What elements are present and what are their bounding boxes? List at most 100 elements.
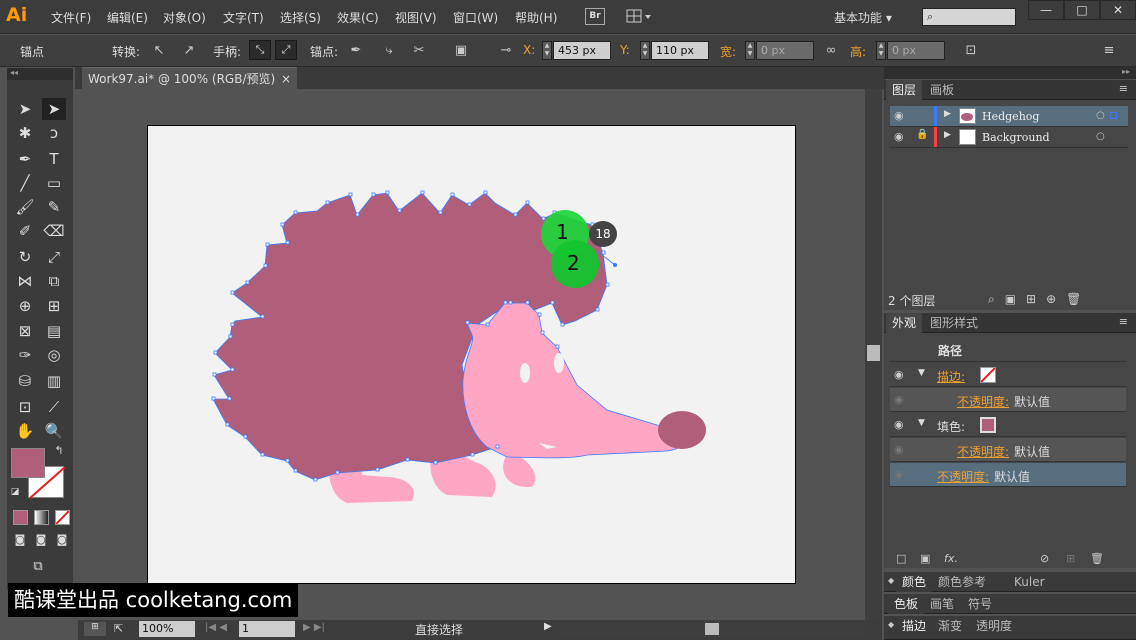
hedgehog-nose[interactable] <box>658 411 706 449</box>
tab-graphic-styles[interactable]: 图形样式 <box>924 313 984 333</box>
rotate-tool-icon[interactable]: ↻ <box>13 246 37 268</box>
menu-help[interactable]: 帮助(H) <box>515 9 557 26</box>
layers-menu-icon[interactable]: ≡ <box>1119 82 1128 95</box>
collapse-triangle-icon[interactable]: ▼ <box>918 418 925 428</box>
status-icon[interactable]: ⊞ <box>84 622 106 636</box>
add-effect-button[interactable]: fx. <box>944 552 958 565</box>
add-fill-icon[interactable]: ▣ <box>920 552 930 565</box>
perspective-grid-tool-icon[interactable]: ⊞ <box>42 295 66 317</box>
tab-symbols[interactable]: 符号 <box>962 594 998 614</box>
slice-tool-icon[interactable]: ⟋ <box>42 396 66 418</box>
convert-to-corner-icon[interactable]: ↖ <box>150 42 168 60</box>
artboard-field[interactable]: 1 <box>239 621 295 637</box>
draw-behind-icon[interactable]: ◙ <box>32 532 50 548</box>
visibility-eye-icon[interactable]: ◉ <box>894 443 904 456</box>
mesh-tool-icon[interactable]: ⊠ <box>13 320 37 342</box>
hedgehog-front-leg[interactable] <box>503 455 536 487</box>
stroke-none-swatch[interactable] <box>980 367 996 383</box>
eraser-tool-icon[interactable]: ⌫ <box>42 220 66 242</box>
hand-tool-icon[interactable]: ✋ <box>13 420 37 442</box>
clear-appearance-icon[interactable]: ⊘ <box>1040 552 1049 565</box>
stroke-opacity-row[interactable]: ◉ 不透明度: 默认值 <box>890 388 1126 412</box>
link-icon[interactable]: ∞ <box>822 42 840 60</box>
visibility-eye-icon[interactable]: ◉ <box>894 130 904 143</box>
first-artboard-icon[interactable]: |◀ ◀ <box>205 622 227 633</box>
search-input[interactable]: ⌕ <box>922 8 1016 26</box>
y-field[interactable]: 110 px <box>651 41 709 60</box>
lock-icon[interactable]: 🔒 <box>916 129 928 140</box>
eyedropper-tool-icon[interactable]: ✑ <box>13 344 37 366</box>
tab-stroke[interactable]: 描边 <box>896 616 933 636</box>
x-stepper[interactable]: ▲ ▼ <box>542 41 552 60</box>
default-colors-icon[interactable]: ◪ <box>9 486 21 498</box>
artboard-tool-icon[interactable]: ⊡ <box>13 396 37 418</box>
free-transform-tool-icon[interactable]: ⧉ <box>42 270 66 292</box>
stroke-row[interactable]: ◉ ▼ 描边: <box>890 363 1126 387</box>
duplicate-item-icon[interactable]: ⊞ <box>1066 552 1075 565</box>
gradient-tool-icon[interactable]: ▤ <box>42 320 66 342</box>
menu-file[interactable]: 文件(F) <box>51 9 91 26</box>
expand-triangle-icon[interactable]: ▶ <box>944 109 951 119</box>
gradient-mode-icon[interactable] <box>34 510 49 525</box>
arrange-documents-icon[interactable] <box>626 9 652 24</box>
transform-icon[interactable]: ⊡ <box>962 42 980 60</box>
object-opacity-label[interactable]: 不透明度: <box>937 468 989 485</box>
type-tool-icon[interactable]: T <box>42 148 66 170</box>
menu-effect[interactable]: 效果(C) <box>337 9 379 26</box>
minimize-button[interactable]: — <box>1028 0 1064 20</box>
hide-handles-icon[interactable]: ⤢ <box>275 40 297 60</box>
tab-swatches[interactable]: 色板 <box>888 594 925 614</box>
appearance-menu-icon[interactable]: ≡ <box>1119 315 1128 328</box>
selection-indicator[interactable] <box>1110 112 1117 119</box>
last-artboard-icon[interactable]: ▶ ▶| <box>303 622 325 633</box>
hedgehog-illustration[interactable] <box>147 125 796 584</box>
menu-select[interactable]: 选择(S) <box>280 9 321 26</box>
bridge-button[interactable]: Br <box>585 8 605 25</box>
visibility-eye-icon[interactable]: ◉ <box>894 393 904 406</box>
shape-builder-tool-icon[interactable]: ⊕ <box>13 295 37 317</box>
horizontal-scrollbar[interactable] <box>560 621 865 637</box>
rectangle-tool-icon[interactable]: ▭ <box>42 172 66 194</box>
menu-type[interactable]: 文字(T) <box>223 9 264 26</box>
target-circle-icon[interactable]: ○ <box>1096 131 1105 142</box>
connect-anchors-icon[interactable]: ⤷ <box>380 42 398 60</box>
stroke-opacity-label[interactable]: 不透明度: <box>957 393 1009 410</box>
line-tool-icon[interactable]: ╱ <box>13 172 37 194</box>
height-field[interactable]: 0 px <box>887 41 945 60</box>
menu-edit[interactable]: 编辑(E) <box>107 9 148 26</box>
fill-label[interactable]: 填色: <box>937 418 965 435</box>
fill-row[interactable]: ◉ ▼ 填色: <box>890 413 1126 437</box>
width-stepper[interactable]: ▲ ▼ <box>745 41 755 60</box>
workspace-switcher[interactable]: 基本功能 ▾ <box>834 9 892 26</box>
symbol-sprayer-tool-icon[interactable]: ⛁ <box>13 370 37 392</box>
menu-view[interactable]: 视图(V) <box>395 9 437 26</box>
control-menu-icon[interactable]: ≡ <box>1100 42 1118 60</box>
width-tool-icon[interactable]: ⋈ <box>13 270 37 292</box>
pencil-tool-icon[interactable]: ✎ <box>42 196 66 218</box>
collapse-triangle-icon[interactable]: ▼ <box>918 368 925 378</box>
draw-normal-icon[interactable]: ◙ <box>11 532 29 548</box>
fill-opacity-row[interactable]: ◉ 不透明度: 默认值 <box>890 438 1126 462</box>
object-opacity-row[interactable]: ◉ 不透明度: 默认值 <box>890 463 1126 487</box>
screen-mode-icon[interactable]: ⧉ <box>26 556 50 578</box>
close-button[interactable]: ✕ <box>1100 0 1136 20</box>
visibility-eye-icon[interactable]: ◉ <box>894 368 904 381</box>
close-tab-icon[interactable]: × <box>281 68 291 90</box>
visibility-eye-icon[interactable]: ◉ <box>894 109 904 122</box>
vertical-scrollbar[interactable] <box>865 89 882 620</box>
horizontal-scroll-thumb[interactable] <box>705 623 719 635</box>
y-stepper[interactable]: ▲ ▼ <box>640 41 650 60</box>
document-tab[interactable]: Work97.ai* @ 100% (RGB/预览) × <box>82 67 297 89</box>
tab-artboards[interactable]: 画板 <box>924 80 960 100</box>
layer-row-hedgehog[interactable]: ◉ ▶ Hedgehog ○ <box>890 106 1128 127</box>
layer-name-background[interactable]: Background <box>982 131 1050 144</box>
direction-handle[interactable] <box>613 263 617 267</box>
zoom-field[interactable]: 100% <box>139 621 195 637</box>
maximize-button[interactable]: □ <box>1064 0 1100 20</box>
panel-expand-icon[interactable]: ◆ <box>888 620 894 629</box>
color-mode-icon[interactable] <box>13 510 28 525</box>
lasso-tool-icon[interactable]: ↄ <box>42 122 66 144</box>
tab-color-guide[interactable]: 颜色参考 <box>932 572 992 592</box>
swap-colors-icon[interactable]: ↰ <box>52 444 66 458</box>
draw-inside-icon[interactable]: ◙ <box>53 532 71 548</box>
